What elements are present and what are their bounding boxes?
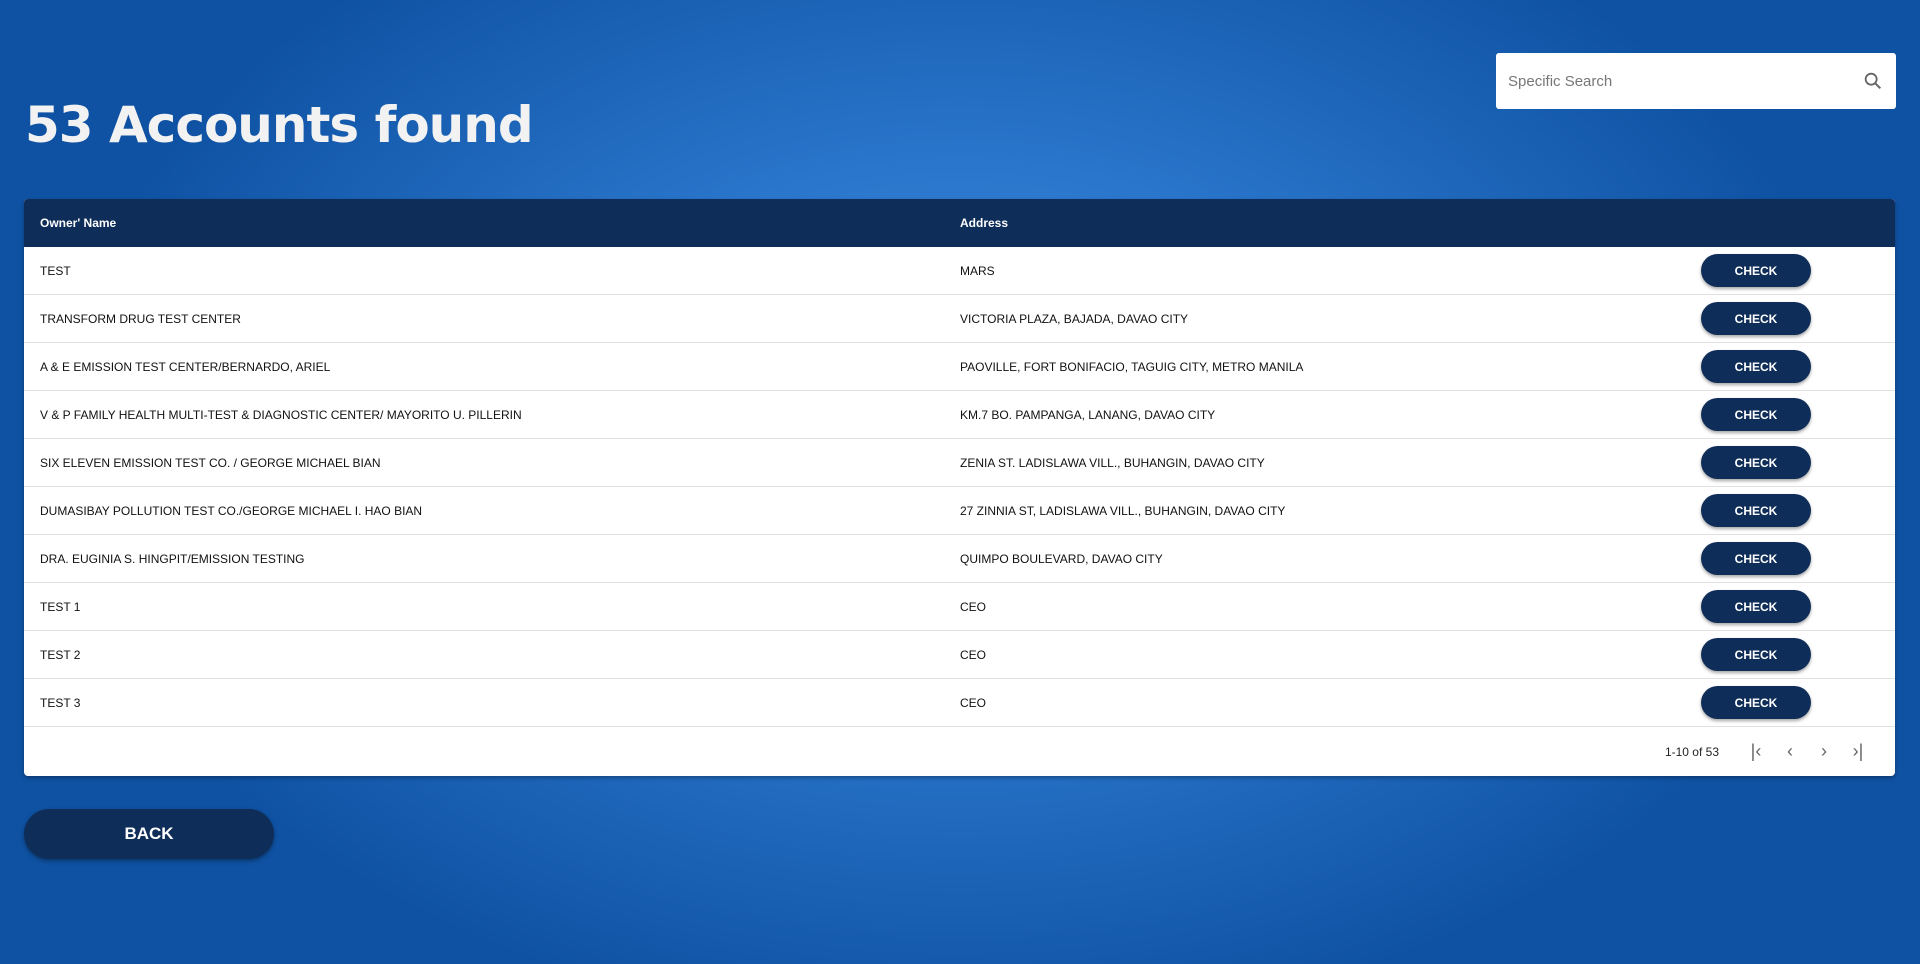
- first-page-icon[interactable]: |‹: [1739, 741, 1773, 762]
- search-icon[interactable]: [1862, 70, 1884, 92]
- owner-name-cell: DRA. EUGINIA S. HINGPIT/EMISSION TESTING: [40, 551, 305, 566]
- address-cell: VICTORIA PLAZA, BAJADA, DAVAO CITY: [960, 311, 1189, 326]
- owner-name-cell: TEST: [40, 263, 71, 278]
- table-row: SIX ELEVEN EMISSION TEST CO. / GEORGE MI…: [24, 439, 1895, 487]
- prev-page-icon[interactable]: ‹: [1773, 741, 1807, 762]
- table-row: TEST 3 CEO CHECK: [24, 679, 1895, 727]
- table-row: V & P FAMILY HEALTH MULTI-TEST & DIAGNOS…: [24, 391, 1895, 439]
- table-row: TEST MARS CHECK: [24, 247, 1895, 295]
- column-owner-name: Owner' Name: [40, 216, 117, 230]
- column-address: Address: [960, 216, 1009, 230]
- address-cell: KM.7 BO. PAMPANGA, LANANG, DAVAO CITY: [960, 407, 1216, 422]
- table-header: Owner' Name Address: [24, 199, 1895, 247]
- address-cell: CEO: [960, 647, 987, 662]
- table-row: A & E EMISSION TEST CENTER/BERNARDO, ARI…: [24, 343, 1895, 391]
- table-row: TRANSFORM DRUG TEST CENTER VICTORIA PLAZ…: [24, 295, 1895, 343]
- address-cell: 27 ZINNIA ST, LADISLAWA VILL., BUHANGIN,…: [960, 503, 1286, 518]
- owner-name-cell: TEST 1: [40, 599, 81, 614]
- owner-name-cell: TRANSFORM DRUG TEST CENTER: [40, 311, 241, 326]
- address-cell: PAOVILLE, FORT BONIFACIO, TAGUIG CITY, M…: [960, 359, 1304, 374]
- address-cell: CEO: [960, 695, 987, 710]
- table-row: TEST 2 CEO CHECK: [24, 631, 1895, 679]
- table-row: DRA. EUGINIA S. HINGPIT/EMISSION TESTING…: [24, 535, 1895, 583]
- address-cell: QUIMPO BOULEVARD, DAVAO CITY: [960, 551, 1163, 566]
- owner-name-cell: A & E EMISSION TEST CENTER/BERNARDO, ARI…: [40, 359, 331, 374]
- search-box[interactable]: [1496, 53, 1896, 109]
- check-button[interactable]: CHECK: [1701, 590, 1811, 623]
- check-button[interactable]: CHECK: [1701, 446, 1811, 479]
- table-row: DUMASIBAY POLLUTION TEST CO./GEORGE MICH…: [24, 487, 1895, 535]
- check-button[interactable]: CHECK: [1701, 494, 1811, 527]
- check-button[interactable]: CHECK: [1701, 254, 1811, 287]
- search-input[interactable]: [1508, 72, 1862, 90]
- check-button[interactable]: CHECK: [1701, 542, 1811, 575]
- address-cell: MARS: [960, 263, 995, 278]
- page-title: 53 Accounts found: [25, 96, 534, 154]
- accounts-table: Owner' Name Address TEST MARS CHECK TRANS…: [24, 199, 1895, 776]
- address-cell: ZENIA ST. LADISLAWA VILL., BUHANGIN, DAV…: [960, 455, 1265, 470]
- owner-name-cell: SIX ELEVEN EMISSION TEST CO. / GEORGE MI…: [40, 455, 381, 470]
- check-button[interactable]: CHECK: [1701, 350, 1811, 383]
- check-button[interactable]: CHECK: [1701, 638, 1811, 671]
- last-page-icon[interactable]: ›|: [1841, 741, 1875, 762]
- address-cell: CEO: [960, 599, 987, 614]
- back-button[interactable]: BACK: [24, 809, 274, 859]
- next-page-icon[interactable]: ›: [1807, 741, 1841, 762]
- page-range: 1-10 of 53: [1664, 744, 1719, 759]
- check-button[interactable]: CHECK: [1701, 686, 1811, 719]
- owner-name-cell: V & P FAMILY HEALTH MULTI-TEST & DIAGNOS…: [40, 407, 522, 422]
- check-button[interactable]: CHECK: [1701, 302, 1811, 335]
- pagination: 1-10 of 53 |‹ ‹ › ›|: [24, 727, 1895, 776]
- owner-name-cell: DUMASIBAY POLLUTION TEST CO./GEORGE MICH…: [40, 503, 423, 518]
- owner-name-cell: TEST 2: [40, 647, 81, 662]
- table-row: TEST 1 CEO CHECK: [24, 583, 1895, 631]
- check-button[interactable]: CHECK: [1701, 398, 1811, 431]
- owner-name-cell: TEST 3: [40, 695, 81, 710]
